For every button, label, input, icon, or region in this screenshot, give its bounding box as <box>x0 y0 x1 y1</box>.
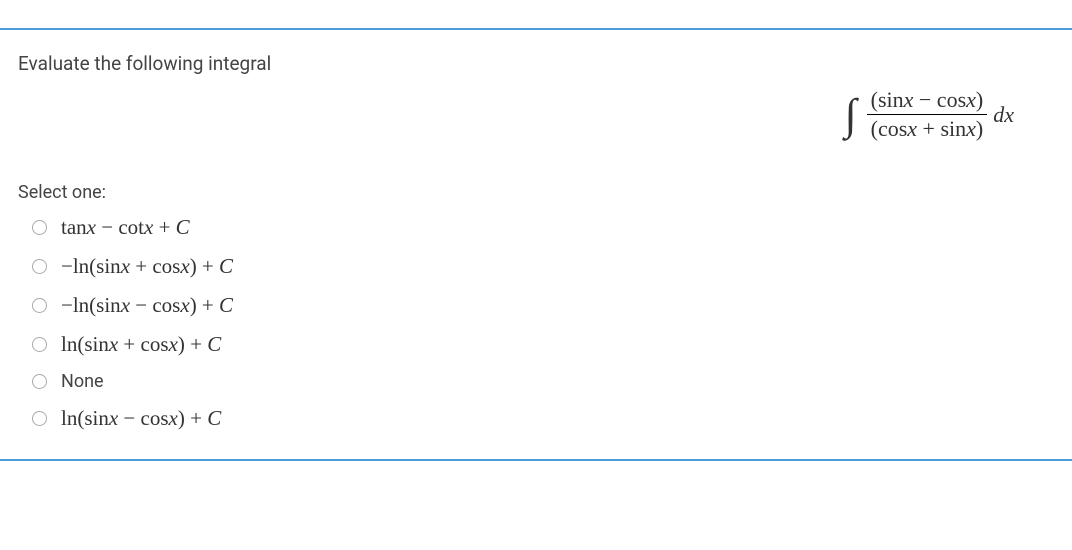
option-row-4[interactable]: None <box>32 371 1054 392</box>
question-prompt: Evaluate the following integral <box>18 52 1054 75</box>
option-row-1[interactable]: −ln(sinx + cosx) + C <box>32 254 1054 279</box>
radio-icon[interactable] <box>32 337 47 352</box>
radio-icon[interactable] <box>32 298 47 313</box>
options-list: tanx − cotx + C −ln(sinx + cosx) + C −ln… <box>18 215 1054 431</box>
fraction-denominator: (cosx + sinx) <box>867 114 988 142</box>
radio-icon[interactable] <box>32 220 47 235</box>
fraction: (sinx − cosx) (cosx + sinx) <box>867 87 988 142</box>
option-label: ln(sinx + cosx) + C <box>61 332 221 357</box>
radio-icon[interactable] <box>32 259 47 274</box>
option-label: −ln(sinx − cosx) + C <box>61 293 233 318</box>
radio-icon[interactable] <box>32 411 47 426</box>
option-row-0[interactable]: tanx − cotx + C <box>32 215 1054 240</box>
fraction-numerator: (sinx − cosx) <box>867 87 988 114</box>
option-row-3[interactable]: ln(sinx + cosx) + C <box>32 332 1054 357</box>
option-row-5[interactable]: ln(sinx − cosx) + C <box>32 406 1054 431</box>
option-row-2[interactable]: −ln(sinx − cosx) + C <box>32 293 1054 318</box>
integral-display: ∫ (sinx − cosx) (cosx + sinx) dx <box>18 87 1054 142</box>
option-label: tanx − cotx + C <box>61 215 190 240</box>
radio-icon[interactable] <box>32 374 47 389</box>
option-label: ln(sinx − cosx) + C <box>61 406 221 431</box>
option-label: None <box>61 371 104 392</box>
select-one-label: Select one: <box>18 182 1054 203</box>
option-label: −ln(sinx + cosx) + C <box>61 254 233 279</box>
integral-sign-icon: ∫ <box>845 89 857 140</box>
question-block: Evaluate the following integral ∫ (sinx … <box>0 28 1072 461</box>
differential: dx <box>993 102 1014 128</box>
integral-expression: ∫ (sinx − cosx) (cosx + sinx) dx <box>845 87 1014 142</box>
